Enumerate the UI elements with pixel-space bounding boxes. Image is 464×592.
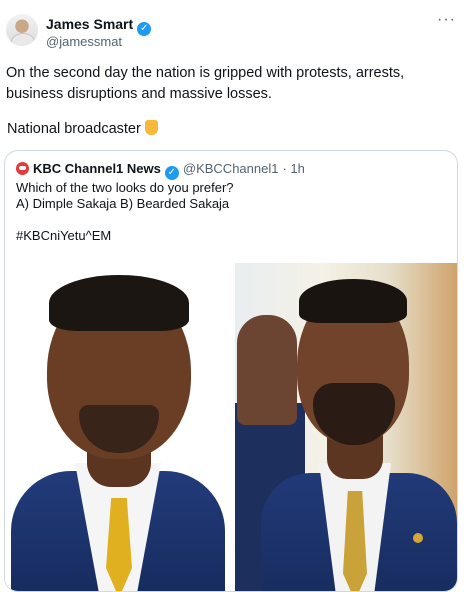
background-person-head [237, 315, 297, 425]
author-handle[interactable]: @jamessmat [46, 34, 122, 49]
verified-badge-icon: ✓ [137, 22, 152, 36]
pointing-down-emoji-icon [144, 120, 158, 135]
more-options-button[interactable]: ··· [437, 12, 456, 28]
quote-line-question: Which of the two looks do you prefer? [16, 180, 234, 195]
quote-header: KBC Channel1 News ✓ @KBCChannel1 · 1h [16, 161, 305, 180]
author-name-row[interactable]: James Smart ✓ [46, 16, 152, 36]
photo-dimple-look[interactable] [5, 263, 233, 591]
quoted-tweet-card[interactable]: KBC Channel1 News ✓ @KBCChannel1 · 1h Which… [4, 150, 458, 592]
quote-line-options: A) Dimple Sakaja B) Bearded Sakaja [16, 196, 230, 211]
author-name[interactable]: James Smart [46, 16, 133, 32]
lapel-pin-icon [413, 533, 423, 543]
hair-shape [49, 275, 189, 331]
quote-timestamp[interactable]: · 1h [282, 161, 304, 176]
quote-hashtag[interactable]: #KBCniYetu^EM [16, 228, 446, 244]
quote-body: Which of the two looks do you prefer? A)… [16, 180, 446, 244]
tweet-text-secondary: National broadcaster [7, 120, 158, 138]
quote-verified-badge-icon: ✓ [164, 166, 179, 180]
hair-shape [299, 279, 407, 323]
kbc-logo-icon [16, 162, 29, 175]
photo-bearded-look[interactable] [235, 263, 457, 591]
quote-line-spacer [16, 212, 446, 228]
tweet-text-broadcaster: National broadcaster [7, 121, 141, 137]
quote-author-handle[interactable]: @KBCChannel1 [183, 161, 279, 176]
quote-author-name[interactable]: KBC Channel1 News [33, 161, 161, 176]
tweet-text: On the second day the nation is gripped … [6, 65, 405, 102]
tweet-header: James Smart ✓ @jamessmat ··· [0, 0, 464, 54]
author-avatar[interactable] [6, 14, 38, 46]
